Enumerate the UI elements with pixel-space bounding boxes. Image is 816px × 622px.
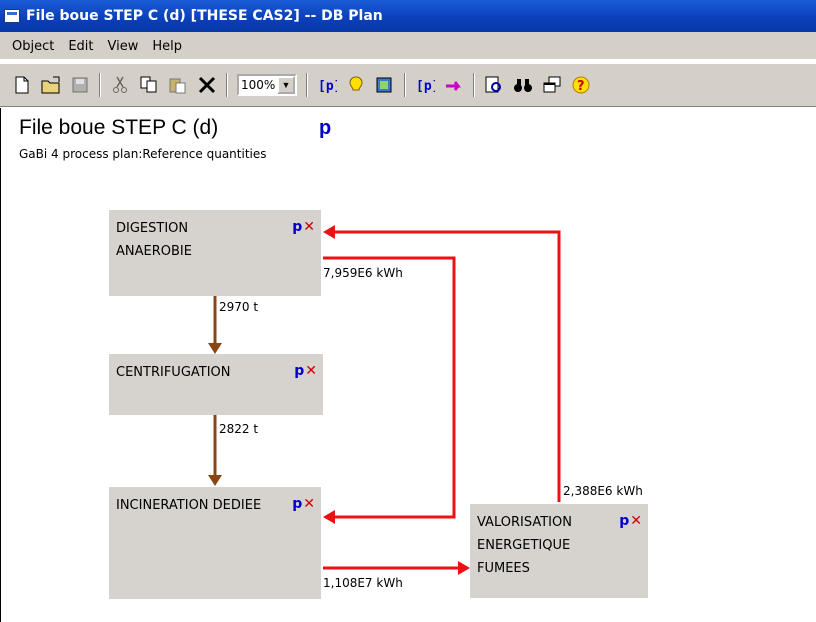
process-name: DIGESTION ANAEROBIE <box>116 221 192 259</box>
flow-label-2970t: 2970 t <box>219 300 259 314</box>
toolbar-separator <box>473 73 475 97</box>
process-plan-icon[interactable]: [p] <box>415 75 435 95</box>
toolbar-separator <box>226 73 228 97</box>
zoom-select[interactable]: 100% ▼ <box>237 74 297 96</box>
process-valorisation-energetique-fumees[interactable]: VALORISATION ENERGETIQUE FUMEES p✕ <box>470 504 648 598</box>
toolbar-separator <box>404 73 406 97</box>
delete-icon[interactable] <box>197 75 217 95</box>
close-icon[interactable]: ✕ <box>305 363 317 379</box>
svg-text:[p]: [p] <box>318 79 337 94</box>
process-incineration-dediee[interactable]: INCINERATION DEDIEE p✕ <box>109 487 321 599</box>
paste-icon[interactable] <box>168 75 188 95</box>
process-icon[interactable]: [p] <box>317 75 337 95</box>
energy-flow-valorisation-incineration[interactable] <box>323 256 456 524</box>
database-icon[interactable] <box>375 75 395 95</box>
parameter-icon[interactable]: p <box>292 496 302 512</box>
help-icon[interactable]: ? <box>571 75 591 95</box>
flow-label-energy-valorisation: 2,388E6 kWh <box>563 484 643 498</box>
save-icon[interactable] <box>70 75 90 95</box>
energy-flow-incineration-valorisation[interactable] <box>323 561 470 575</box>
copy-icon[interactable] <box>139 75 159 95</box>
close-icon[interactable]: ✕ <box>303 496 315 512</box>
toolbar-separator <box>99 73 101 97</box>
flow-label-energy-incineration: 1,108E7 kWh <box>323 576 403 590</box>
open-folder-icon[interactable] <box>41 75 61 95</box>
binoculars-icon[interactable] <box>513 75 533 95</box>
chevron-down-icon[interactable]: ▼ <box>277 76 295 94</box>
print-preview-icon[interactable] <box>484 75 504 95</box>
cut-icon[interactable] <box>110 75 130 95</box>
new-document-icon[interactable] <box>12 75 32 95</box>
flow-label-energy-digestion: 7,959E6 kWh <box>323 266 403 280</box>
process-name: CENTRIFUGATION <box>116 365 231 380</box>
menu-edit[interactable]: Edit <box>61 39 100 54</box>
windows-icon[interactable] <box>542 75 562 95</box>
menu-view[interactable]: View <box>101 39 146 54</box>
close-icon[interactable]: ✕ <box>303 219 315 235</box>
menu-object[interactable]: Object <box>0 39 61 54</box>
menu-bar: Object Edit View Help <box>0 34 816 59</box>
close-icon[interactable]: ✕ <box>630 513 642 529</box>
flow-label-2822t: 2822 t <box>219 422 259 436</box>
flow-arrow-icon[interactable] <box>444 75 464 95</box>
parameter-icon[interactable]: p <box>292 219 302 235</box>
process-plan-canvas[interactable]: File boue STEP C (d) p GaBi 4 process pl… <box>0 108 816 622</box>
process-name: VALORISATION ENERGETIQUE FUMEES <box>477 515 572 576</box>
title-bar[interactable]: File boue STEP C (d) [THESE CAS2] -- DB … <box>0 0 816 34</box>
window-title: File boue STEP C (d) [THESE CAS2] -- DB … <box>26 8 383 24</box>
toolbar: 100% ▼ [p] [p] ? <box>0 63 816 107</box>
app-icon <box>4 9 20 23</box>
process-centrifugation[interactable]: CENTRIFUGATION p✕ <box>109 354 323 415</box>
lightbulb-icon[interactable] <box>346 75 366 95</box>
svg-text:[p]: [p] <box>416 79 435 94</box>
parameter-icon[interactable]: p <box>294 363 304 379</box>
process-name: INCINERATION DEDIEE <box>116 498 262 513</box>
svg-text:?: ? <box>577 79 585 94</box>
process-digestion-anaerobie[interactable]: DIGESTION ANAEROBIE p✕ <box>109 210 321 296</box>
menu-help[interactable]: Help <box>145 39 189 54</box>
zoom-value: 100% <box>241 78 276 92</box>
parameter-icon[interactable]: p <box>619 513 629 529</box>
toolbar-separator <box>306 73 308 97</box>
